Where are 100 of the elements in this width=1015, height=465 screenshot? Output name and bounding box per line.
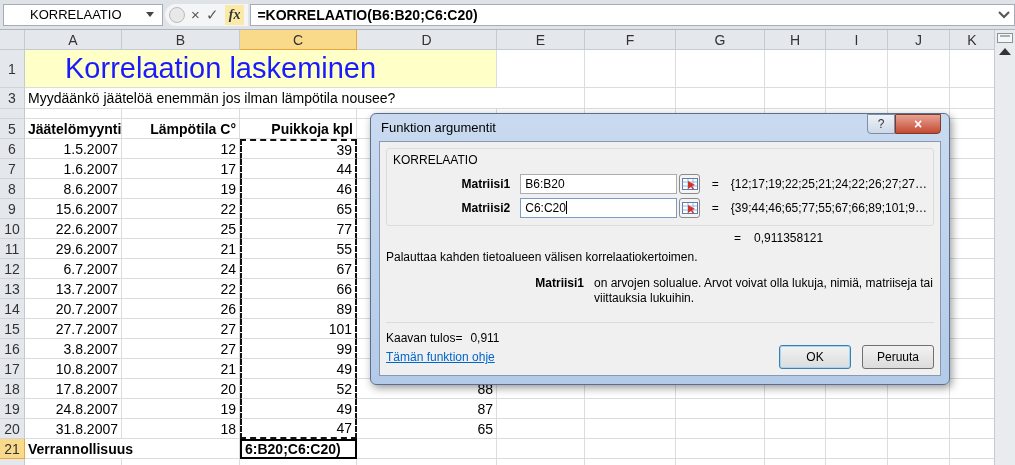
table-cell: 87 (357, 399, 497, 419)
dialog-button[interactable]: OK (779, 345, 851, 369)
argument-label: Matriisi1 (460, 177, 512, 191)
table-cell: 12 (122, 139, 240, 159)
argument-field[interactable]: B6:B20 (520, 174, 678, 194)
empty-cell (826, 439, 888, 459)
column-header[interactable]: J (888, 30, 950, 50)
row-header[interactable]: 10 (0, 219, 25, 239)
table-cell: 1.5.2007 (25, 139, 122, 159)
column-header[interactable]: I (826, 30, 888, 50)
empty-cell (888, 399, 950, 419)
column-header[interactable]: C (240, 30, 357, 50)
row-header[interactable]: 6 (0, 139, 25, 159)
cancel-button[interactable]: × (191, 6, 200, 23)
result-value: 0,911358121 (754, 231, 824, 245)
table-cell: 3.8.2007 (25, 339, 122, 359)
row-header[interactable]: 17 (0, 359, 25, 379)
row-header[interactable]: 16 (0, 339, 25, 359)
argument-description: on arvojen solualue. Arvot voivat olla lukuja, nimiä, matriiseja tai viittauksia lukuihin. (594, 276, 934, 307)
column-header[interactable]: B (122, 30, 240, 50)
column-header[interactable]: A (25, 30, 122, 50)
table-cell: 19 (122, 179, 240, 199)
table-cell: 26 (122, 299, 240, 319)
empty-cell (888, 50, 950, 88)
row-header[interactable]: 7 (0, 159, 25, 179)
range-picker-button[interactable] (679, 198, 700, 218)
table-cell: 18 (122, 419, 240, 439)
table-cell: 10.8.2007 (25, 359, 122, 379)
empty-cell (765, 399, 826, 419)
row-header[interactable]: 11 (0, 239, 25, 259)
table-cell: 49 (240, 399, 357, 419)
argument-label: Matriisi2 (460, 201, 512, 215)
splitter-handle[interactable] (169, 6, 185, 23)
column-title: Puikkoja kpl (240, 119, 357, 139)
row-header[interactable]: 15 (0, 319, 25, 339)
row-header[interactable]: 20 (0, 419, 25, 439)
table-cell: 46 (240, 179, 357, 199)
sheet-text: Myydäänkö jäätelöä enemmän jos ilman lämpötila nousee? (25, 88, 585, 109)
chevron-icon[interactable] (998, 10, 1010, 19)
column-header[interactable]: H (765, 30, 826, 50)
row-header[interactable]: 9 (0, 199, 25, 219)
table-cell: 29.6.2007 (25, 239, 122, 259)
scroll-up-icon[interactable] (999, 47, 1011, 55)
table-cell: 24.8.2007 (25, 399, 122, 419)
help-link[interactable]: Tämän funktion ohje (386, 350, 495, 364)
table-cell: 6.7.2007 (25, 259, 122, 279)
column-header[interactable]: D (357, 30, 497, 50)
row-header[interactable]: 13 (0, 279, 25, 299)
column-header[interactable]: K (950, 30, 994, 50)
argument-preview: {39;44;46;65;77;55;67;66;89;101;9… (730, 201, 927, 215)
caret-icon[interactable] (146, 12, 154, 17)
table-cell: 89 (240, 299, 357, 319)
row-header[interactable]: 21 (0, 439, 25, 459)
row-header[interactable]: 5 (0, 119, 25, 139)
insert-function-button[interactable]: fx (224, 4, 245, 25)
table-cell: 24 (122, 259, 240, 279)
empty-cell (826, 88, 888, 109)
range-picker-button[interactable] (679, 174, 700, 194)
argument-name: Matriisi1 (534, 276, 585, 292)
table-cell: 27.7.2007 (25, 319, 122, 339)
table-cell: 52 (240, 379, 357, 399)
equals-sign: = (711, 201, 720, 215)
empty-cell (765, 50, 826, 88)
table-cell: 22 (122, 279, 240, 299)
name-box[interactable]: KORRELAATIO (3, 3, 163, 26)
argument-field[interactable]: C6:C20 (520, 198, 678, 218)
table-cell: 27 (122, 339, 240, 359)
table-cell: 19 (122, 399, 240, 419)
equals-sign: = (711, 177, 720, 191)
row-header[interactable]: 18 (0, 379, 25, 399)
table-cell: 8.6.2007 (25, 179, 122, 199)
table-cell: 65 (357, 419, 497, 439)
table-cell: 1.6.2007 (25, 159, 122, 179)
enter-button[interactable]: ✓ (205, 5, 219, 24)
row-header[interactable]: 1 (0, 50, 25, 88)
empty-cell (826, 419, 888, 439)
row-header[interactable]: 12 (0, 259, 25, 279)
column-header[interactable]: G (676, 30, 765, 50)
table-cell: 22.6.2007 (25, 219, 122, 239)
dialog-button[interactable]: Peruuta (862, 345, 934, 369)
table-cell: 15.6.2007 (25, 199, 122, 219)
help-button[interactable]: ? (867, 114, 895, 134)
row-header[interactable]: 14 (0, 299, 25, 319)
formula-cell[interactable]: 6:B20;C6:C20) (240, 439, 357, 459)
table-cell: 20 (122, 379, 240, 399)
range-icon (681, 202, 698, 214)
table-cell: 67 (240, 259, 357, 279)
function-description: Palauttaa kahden tietoalueen välisen korrelaatiokertoimen. (386, 250, 698, 264)
range-icon (681, 178, 698, 190)
split-handle[interactable] (997, 33, 1013, 43)
table-cell: 20.7.2007 (25, 299, 122, 319)
row-header[interactable]: 8 (0, 179, 25, 199)
column-header[interactable]: E (497, 30, 585, 50)
column-header[interactable]: F (585, 30, 676, 50)
table-cell: 13.7.2007 (25, 279, 122, 299)
empty-cell (888, 439, 950, 459)
row-header[interactable]: 19 (0, 399, 25, 419)
table-cell: 21 (122, 359, 240, 379)
empty-cell (888, 419, 950, 439)
row-header[interactable]: 3 (0, 88, 25, 109)
